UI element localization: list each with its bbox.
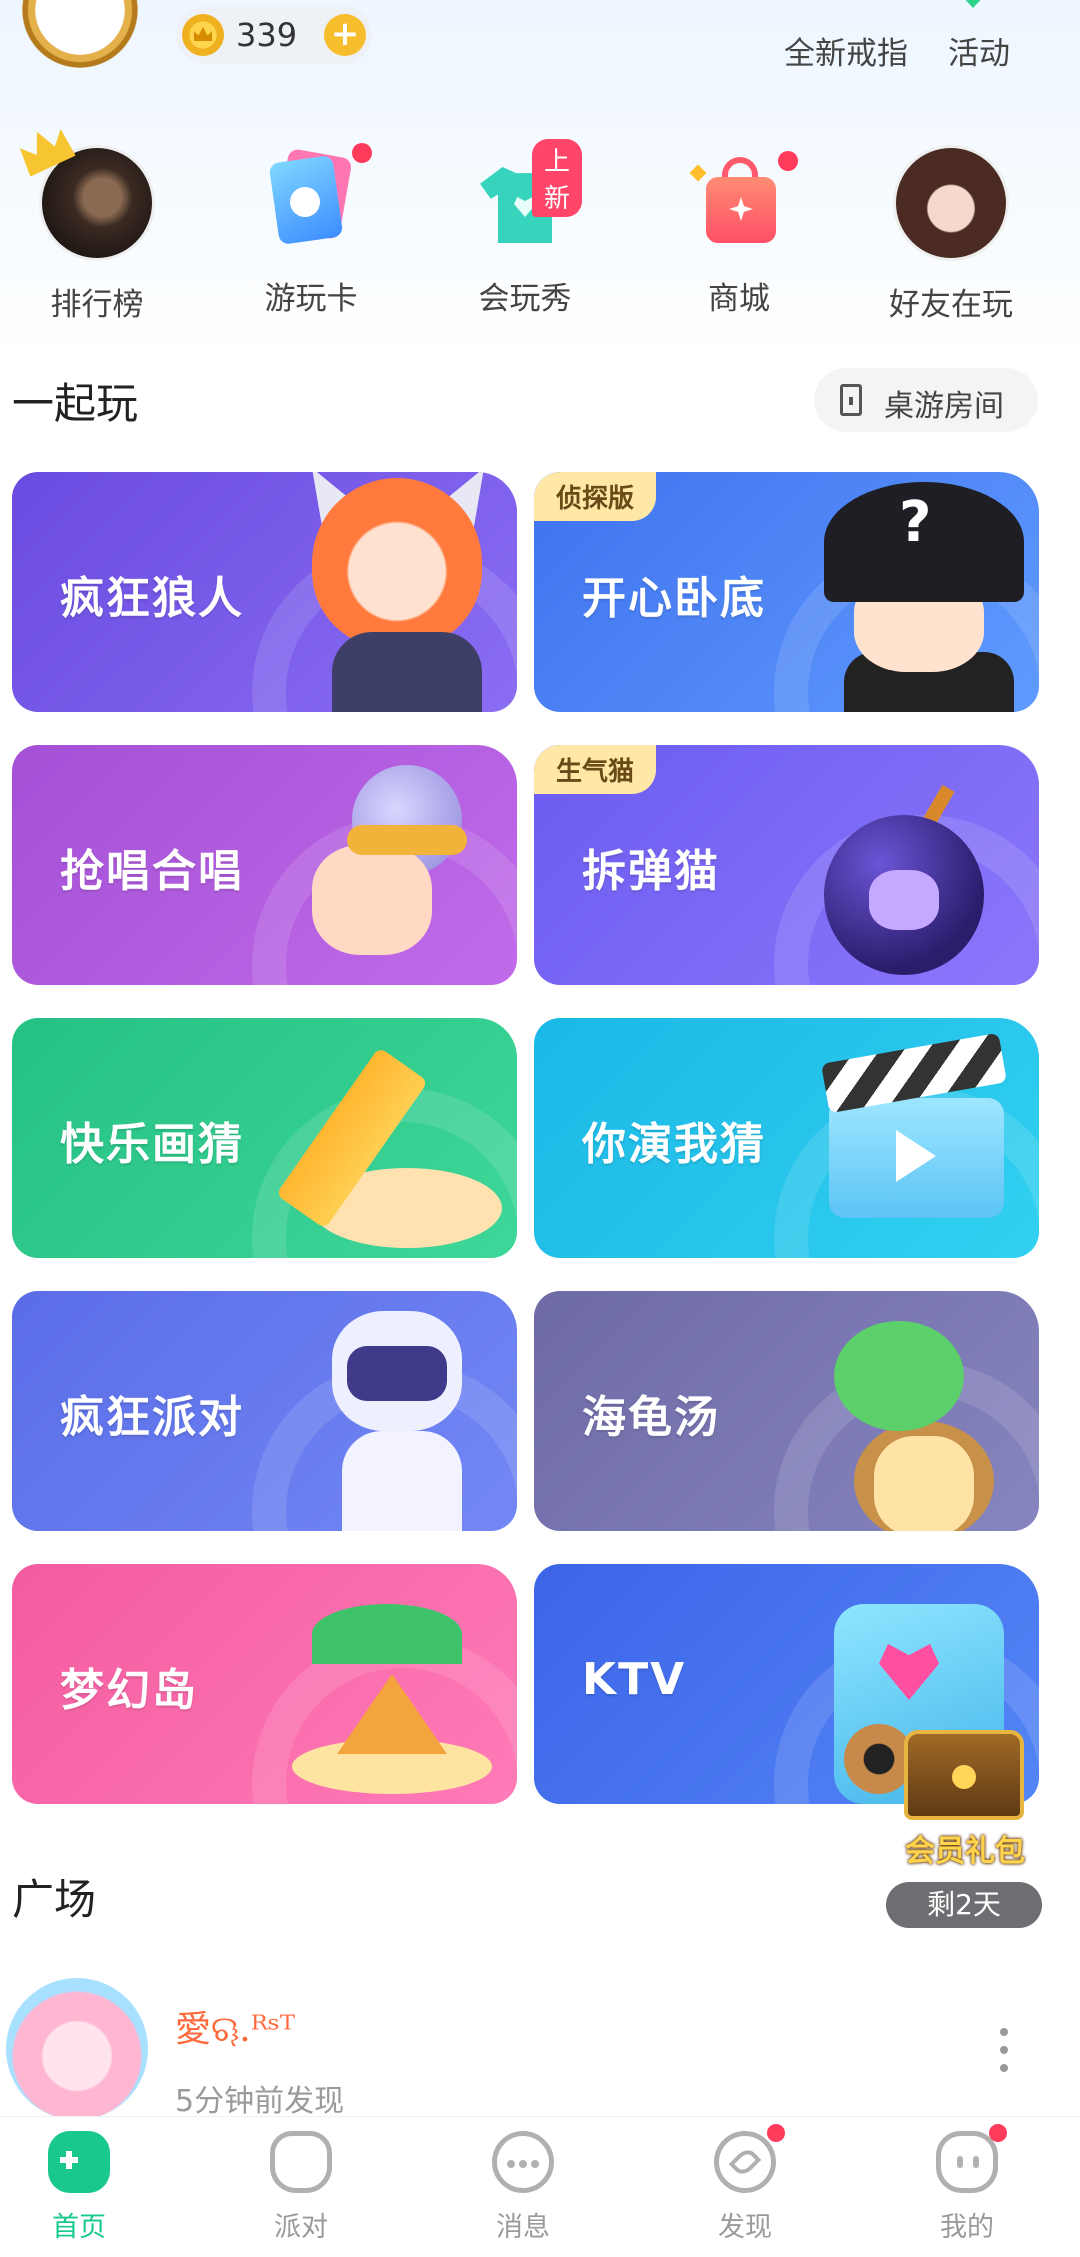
door-icon [840,384,862,416]
game-name: 梦幻岛 [60,1665,198,1716]
nav-label: 首页 [52,2212,106,2243]
quick-entry-label: 会玩秀 [478,281,572,317]
shopping-bag-icon [684,145,798,255]
vip-gift-countdown: 剩2天 [886,1882,1042,1928]
vip-gift-button[interactable]: 会员礼包 [890,1720,1040,1869]
nav-messages[interactable]: 消息 [448,2131,598,2244]
profile-face-icon [936,2124,1007,2193]
feed-user-avatar[interactable] [6,1978,148,2120]
quick-entry-show[interactable]: 上新 会玩秀 [450,139,600,318]
add-coins-button[interactable]: + [324,14,366,56]
new-badge: 上新 [532,139,583,217]
werewolf-character-illustration [312,478,482,648]
coin-balance: 339 [236,16,298,54]
game-card-dream-island[interactable]: 梦幻岛 [12,1564,517,1804]
game-name: 拆弹猫 [582,846,720,897]
game-name: 你演我猜 [582,1119,766,1170]
nav-party[interactable]: 派对 [226,2131,376,2244]
red-dot [778,151,798,171]
game-name: 开心卧底 [582,573,766,624]
quick-entry-label: 排行榜 [50,287,144,323]
play-card-icon [256,143,372,255]
nav-label: 我的 [940,2212,994,2243]
game-card-werewolf[interactable]: 疯狂狼人 [12,472,517,712]
nav-label: 消息 [496,2212,550,2243]
game-name: 抢唱合唱 [60,846,244,897]
game-card-party[interactable]: 疯狂派对 [12,1291,517,1531]
quick-entry-label: 商城 [708,281,770,317]
quick-entry-mall[interactable]: 商城 [664,145,814,318]
quick-entry-friends-playing[interactable]: 好友在玩 [876,145,1026,324]
game-card-charades[interactable]: 你演我猜 [534,1018,1039,1258]
game-name: 快乐画猜 [60,1119,244,1170]
new-ring-link[interactable]: 全新戒指 [784,28,908,73]
board-game-room-label: 桌游房间 [884,389,1004,424]
more-options-icon[interactable] [1000,2028,1008,2082]
coin-icon [182,14,224,56]
game-name: KTV [582,1654,687,1705]
play-icon [896,1130,936,1182]
game-name: 海龟汤 [582,1392,720,1443]
tshirt-icon: 上新 [470,139,583,255]
quick-entry-play-card[interactable]: 游玩卡 [236,143,386,318]
island-illustration [312,1604,462,1664]
party-face-icon [270,2131,332,2193]
red-dot [767,2124,785,2142]
section-title-square: 广场 [12,1875,97,1924]
gamepad-icon [48,2131,110,2193]
red-dot [352,143,372,163]
bottom-navigation: 首页 派对 消息 发现 我的 [0,2116,1080,2257]
feed-user-name[interactable]: 愛ୠ.ᴿˢᵀ [175,2000,295,2052]
game-tag: 侦探版 [534,472,657,521]
game-name: 疯狂派对 [60,1392,244,1443]
chat-bubble-icon [492,2131,554,2193]
nav-me[interactable]: 我的 [892,2124,1042,2244]
game-card-undercover[interactable]: ? 侦探版 开心卧底 [534,472,1039,712]
game-card-draw-guess[interactable]: 快乐画猜 [12,1018,517,1258]
section-title-play-together: 一起玩 [12,379,139,428]
game-card-bomb-cat[interactable]: 生气猫 拆弹猫 [534,745,1039,985]
red-dot [989,2124,1007,2142]
quick-entry-leaderboard[interactable]: 排行榜 [22,145,172,324]
nav-label: 派对 [274,2212,328,2243]
leaderboard-avatar-icon [39,145,155,261]
friend-avatar-icon [893,145,1009,261]
quick-entry-label: 游玩卡 [264,281,358,317]
game-name: 疯狂狼人 [60,573,244,624]
game-tag: 生气猫 [534,745,657,794]
coin-balance-pill[interactable]: 339 + [176,6,372,64]
game-card-sing[interactable]: 抢唱合唱 [12,745,517,985]
turtle-illustration [834,1321,964,1431]
activity-link[interactable]: 活动 [948,28,1010,73]
quick-entry-label: 好友在玩 [889,287,1013,323]
nav-home[interactable]: 首页 [4,2131,154,2244]
board-game-room-button[interactable]: 桌游房间 [814,368,1038,432]
nav-discover[interactable]: 发现 [670,2124,820,2244]
feed-time: 5分钟前发现 [175,2084,345,2119]
game-card-turtle-soup[interactable]: 海龟汤 [534,1291,1039,1531]
vip-gift-label: 会员礼包 [905,1834,1025,1869]
nav-label: 发现 [718,2212,772,2243]
compass-icon [714,2124,785,2193]
